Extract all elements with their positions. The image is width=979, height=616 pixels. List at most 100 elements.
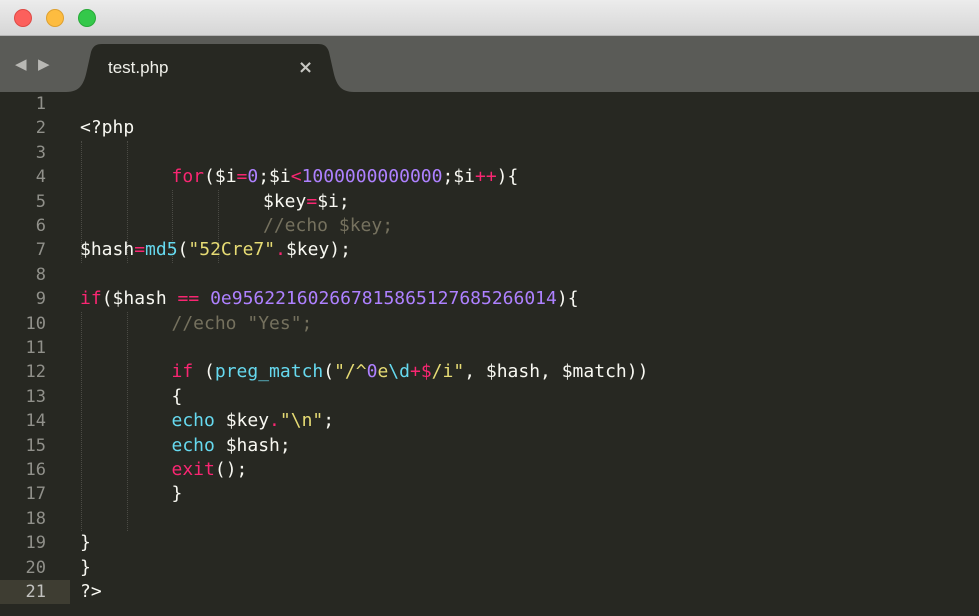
code-token: ($i (204, 166, 237, 188)
line-number: 17 (25, 484, 46, 505)
code-token: for (171, 166, 205, 188)
maximize-window-button[interactable] (78, 9, 96, 27)
code-token: = (306, 190, 318, 212)
code-token: $key (263, 190, 307, 212)
code-token: <?php (80, 117, 135, 139)
close-window-button[interactable] (14, 9, 32, 27)
back-arrow-icon[interactable]: ◀ (15, 36, 27, 92)
code-line[interactable]: for($i=0;$i<1000000000000;$i++){ (172, 165, 519, 189)
code-line[interactable]: } (172, 482, 183, 506)
code-token: ;$i (442, 166, 475, 188)
code-line[interactable]: echo $key."\n"; (172, 409, 335, 433)
code-line[interactable]: $key=$i; (263, 190, 350, 214)
code-line[interactable]: if($hash == 0e95622160266781586512768526… (80, 287, 579, 311)
code-line[interactable]: if (preg_match("/^0e\d+$/i", $hash, $mat… (172, 360, 649, 384)
code-token: "52Cre7" (188, 239, 276, 261)
code-line[interactable]: } (80, 556, 91, 580)
code-token: echo (171, 434, 215, 456)
code-token: . (269, 410, 280, 432)
line-number-gutter: 1 2 3 4 5 6 7 8 9 10 11 12 13 14 15 16 17 18 19 20 21 (0, 92, 70, 616)
line-number: 12 (25, 362, 46, 383)
code-token: ; (323, 410, 335, 432)
line-number: 10 (25, 313, 46, 334)
code-line[interactable]: $hash=md5("52Cre7".$key); (80, 238, 351, 262)
tab-bar: ◀ ▶ test.php × (0, 36, 979, 92)
code-area[interactable]: <?php for($i=0;$i<1000000000000;$i++){$ke… (80, 92, 970, 616)
code-token: +$ (409, 361, 432, 383)
code-token: < (290, 166, 302, 188)
code-token: ?> (80, 581, 102, 602)
code-token: md5 (145, 239, 178, 261)
line-number: 16 (25, 460, 46, 480)
tab-close-icon[interactable]: × (298, 44, 313, 92)
code-token: $i; (317, 190, 350, 212)
code-line[interactable]: <?php (80, 116, 134, 140)
code-line[interactable]: } (80, 531, 91, 555)
line-number: 20 (25, 557, 46, 578)
code-line[interactable]: ?> (80, 580, 102, 604)
line-number: 5 (35, 191, 46, 212)
code-token: ){ (556, 288, 579, 310)
code-token: 0 (366, 361, 378, 383)
code-token: echo (171, 410, 215, 432)
code-token: "\n" (279, 410, 324, 432)
code-token: "/^ (334, 361, 367, 383)
code-token: if (80, 288, 102, 310)
code-line[interactable]: //echo $key; (263, 214, 393, 238)
line-number: 2 (35, 118, 46, 139)
line-number: 11 (25, 338, 46, 358)
code-line[interactable]: { (172, 385, 183, 409)
code-token: $key); (285, 239, 351, 261)
line-number: 4 (35, 167, 46, 188)
code-token: $hash (80, 239, 135, 261)
title-bar (0, 0, 979, 36)
line-number: 7 (35, 240, 46, 261)
line-number: 19 (25, 533, 46, 554)
code-token: == (177, 288, 200, 310)
code-line[interactable]: //echo "Yes"; (172, 312, 313, 336)
editor-window: ◀ ▶ test.php × 1 2 3 4 5 6 7 8 9 10 11 12 13 14 15 16 17… (0, 0, 979, 616)
minimize-window-button[interactable] (46, 9, 64, 27)
code-token: = (236, 166, 248, 188)
indent-guide (127, 311, 128, 532)
code-token: preg_match (214, 361, 324, 383)
tab-label: test.php (108, 58, 169, 77)
line-number: 8 (35, 264, 46, 285)
code-token: \d (388, 361, 410, 383)
code-token: 1000000000000 (301, 166, 443, 188)
code-token: } (171, 483, 183, 505)
code-token: exit (171, 459, 215, 480)
code-token: , $hash, $match)) (464, 361, 649, 383)
code-line[interactable]: echo $hash; (172, 434, 291, 458)
code-token: ;$i (258, 166, 291, 188)
code-token: (); (214, 459, 248, 480)
code-token: //echo $key; (263, 215, 394, 236)
code-token: ( (193, 361, 215, 383)
code-token: $key (214, 410, 270, 432)
code-token: ++ (474, 166, 497, 188)
tab-test-php[interactable]: test.php × (66, 44, 354, 92)
code-token: ( (177, 239, 189, 261)
line-number: 1 (35, 94, 46, 114)
code-token: 0e956221602667815865127685266014 (210, 288, 557, 310)
code-token: ($hash (101, 288, 178, 310)
code-token: $hash; (214, 434, 291, 456)
code-token: . (275, 239, 286, 261)
line-number: 18 (25, 508, 46, 529)
code-line[interactable]: exit(); (172, 458, 248, 482)
code-token: e (377, 361, 389, 383)
line-number: 15 (25, 435, 46, 456)
indent-guide (81, 311, 82, 532)
code-token: = (134, 239, 146, 261)
code-token: { (171, 385, 183, 407)
line-number: 14 (25, 411, 46, 432)
code-token: 0 (247, 166, 259, 188)
forward-arrow-icon[interactable]: ▶ (38, 36, 50, 92)
line-number: 21 (0, 580, 70, 604)
line-number: 9 (35, 289, 46, 310)
line-number: 13 (25, 386, 46, 407)
code-token: ( (323, 361, 335, 383)
line-number: 6 (35, 216, 46, 236)
code-editor[interactable]: 1 2 3 4 5 6 7 8 9 10 11 12 13 14 15 16 17 18 19 20 21 <?php f… (0, 92, 979, 616)
